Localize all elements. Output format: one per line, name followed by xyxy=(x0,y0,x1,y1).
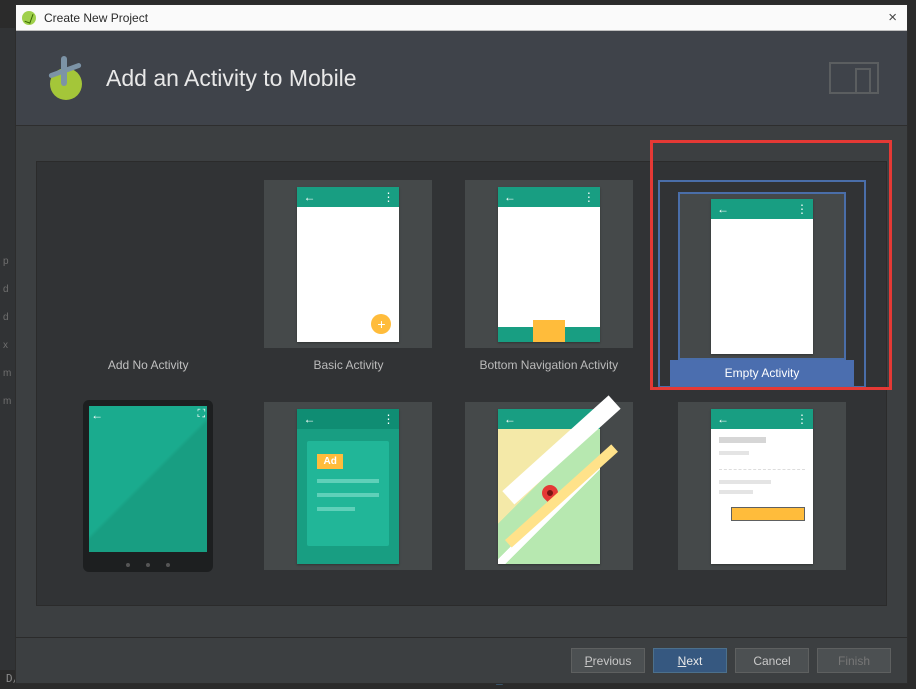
template-fullscreen-activity[interactable]: ← ⛶ xyxy=(57,402,239,596)
dialog-titlebar[interactable]: Create New Project × xyxy=(16,5,907,31)
android-studio-icon xyxy=(22,11,36,25)
previous-button[interactable]: Previous xyxy=(571,648,645,673)
next-button[interactable]: Next xyxy=(653,648,727,673)
template-label: Empty Activity xyxy=(670,360,854,386)
template-google-maps-activity[interactable]: ←⋮ xyxy=(458,402,640,596)
gutter-char: m xyxy=(3,388,12,416)
gutter-char: d xyxy=(3,304,12,332)
map-pin-icon xyxy=(538,481,561,504)
gutter-char: x xyxy=(3,332,12,360)
wizard-footer: Previous Next Cancel Finish xyxy=(16,637,907,683)
dialog-title: Create New Project xyxy=(44,11,148,25)
overflow-icon: ⋮ xyxy=(382,412,393,426)
fab-icon: + xyxy=(371,314,391,334)
gutter-char: d xyxy=(3,276,12,304)
back-arrow-icon: ← xyxy=(717,412,729,426)
wizard-content: Add No Activity ←⋮ + Basic Activity xyxy=(16,126,907,637)
device-icon xyxy=(829,62,879,94)
wizard-header: Add an Activity to Mobile xyxy=(16,31,907,126)
overflow-icon: ⋮ xyxy=(796,412,807,426)
wizard-title: Add an Activity to Mobile xyxy=(106,65,357,92)
editor-gutter: p d d x m m xyxy=(0,28,15,670)
overflow-icon: ⋮ xyxy=(796,202,807,216)
template-login-activity[interactable]: ←⋮ xyxy=(658,402,866,596)
gutter-char: p xyxy=(3,248,12,276)
close-icon[interactable]: × xyxy=(884,9,901,26)
ad-badge: Ad xyxy=(317,454,342,469)
back-arrow-icon: ← xyxy=(303,190,315,204)
fullscreen-icon: ⛶ xyxy=(197,408,205,421)
back-arrow-icon: ← xyxy=(504,190,516,204)
back-arrow-icon: ← xyxy=(504,412,516,426)
template-label: Basic Activity xyxy=(313,358,383,374)
templates-panel: Add No Activity ←⋮ + Basic Activity xyxy=(36,161,887,606)
template-label: Add No Activity xyxy=(108,358,189,374)
overflow-icon: ⋮ xyxy=(382,190,393,204)
template-empty-activity[interactable]: ← ⋮ Empty Activity xyxy=(658,180,866,388)
overflow-icon: ⋮ xyxy=(583,190,594,204)
back-arrow-icon: ← xyxy=(91,408,103,422)
templates-grid: Add No Activity ←⋮ + Basic Activity xyxy=(37,162,886,606)
finish-button: Finish xyxy=(817,648,891,673)
template-label: Bottom Navigation Activity xyxy=(479,358,618,374)
back-arrow-icon: ← xyxy=(717,202,729,216)
template-admob-ads-activity[interactable]: ← ⋮ Ad xyxy=(257,402,439,596)
back-arrow-icon: ← xyxy=(303,412,315,426)
cancel-button[interactable]: Cancel xyxy=(735,648,809,673)
template-add-no-activity[interactable]: Add No Activity xyxy=(57,180,239,388)
template-bottom-navigation-activity[interactable]: ← ⋮ Bottom Navigation Activity xyxy=(458,180,640,388)
new-project-dialog: Create New Project × Add an Activity to … xyxy=(15,4,908,684)
gutter-char: m xyxy=(3,360,12,388)
template-basic-activity[interactable]: ← ⋮ + Basic Activity xyxy=(257,180,439,388)
android-studio-logo xyxy=(44,56,88,100)
